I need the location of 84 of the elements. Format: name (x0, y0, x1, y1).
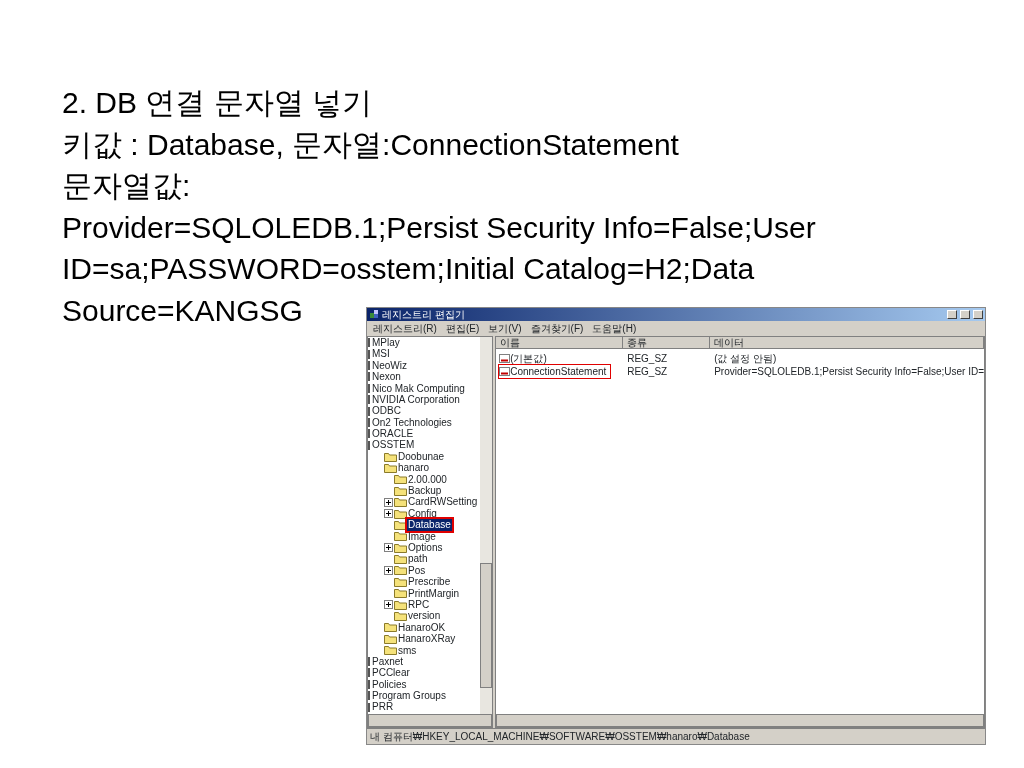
folder-icon (394, 485, 407, 496)
registry-icon (369, 309, 379, 320)
value-data: Provider=SQLOLEDB.1;Persist Security Info=False;User ID= (713, 364, 984, 378)
folder-icon (394, 497, 407, 508)
tree-item[interactable]: PCClear (371, 667, 411, 679)
menu-item[interactable]: 도움말(H) (592, 320, 637, 336)
tree-item[interactable]: RPC (407, 598, 431, 611)
maximize-button[interactable] (960, 309, 970, 319)
column-header[interactable]: 종류 (623, 336, 711, 349)
value-name[interactable]: (기본값) (499, 351, 551, 365)
tree-item[interactable]: MSI (371, 348, 391, 360)
slide-text-line: Provider=SQLOLEDB.1;Persist Security Info=False;User (62, 209, 817, 246)
value-type: REG_SZ (626, 364, 669, 378)
tree-item[interactable]: HanaroOK (397, 621, 447, 634)
tree-item[interactable]: 2.00.000 (407, 473, 448, 486)
folder-icon (384, 645, 397, 656)
menu-item[interactable]: 즐겨찾기(F) (530, 320, 584, 336)
folder-icon (394, 554, 407, 565)
tree-item[interactable]: Policies (371, 678, 408, 691)
folder-icon (394, 588, 407, 599)
folder-icon (394, 611, 407, 622)
value-data: (값 설정 안됨) (713, 351, 777, 365)
folder-icon (384, 462, 397, 473)
tree-item[interactable]: Config (407, 507, 438, 520)
column-header[interactable]: 데이터 (710, 336, 984, 349)
tree-item[interactable]: Backup (407, 485, 443, 497)
window-title: 레지스트리 편집기 (382, 307, 466, 322)
expand-icon[interactable] (384, 543, 393, 553)
slide-text-line: ID=sa;PASSWORD=osstem;Initial Catalog=H2;Data (62, 251, 756, 288)
slide-text-line: 2. DB 연결 문자열 넣기 (62, 85, 374, 121)
tree-item[interactable]: Nico Mak Computing (371, 382, 466, 394)
tree-item[interactable]: On2 Technologies (371, 416, 453, 429)
menu-item[interactable]: 보기(V) (488, 320, 522, 336)
tree-item[interactable]: Nexon (371, 371, 402, 383)
folder-icon (394, 531, 407, 542)
slide-text-line: 문자열값: (62, 168, 192, 205)
folder-icon (394, 565, 407, 576)
folder-icon (394, 474, 407, 485)
expand-icon[interactable] (384, 565, 393, 575)
string-value-icon (499, 366, 511, 376)
tree-item[interactable]: hanaro (397, 462, 431, 474)
folder-icon (394, 542, 407, 553)
tree-item[interactable]: NVIDIA Corporation (371, 393, 461, 406)
tree-item[interactable]: Image (407, 530, 437, 542)
folder-icon (394, 508, 407, 519)
tree-item[interactable]: HanaroXRay (397, 633, 457, 645)
tree-item[interactable]: MPlay (371, 336, 401, 349)
tree-item[interactable]: PRR (371, 701, 395, 713)
tree-item[interactable]: NeoWiz (371, 359, 408, 372)
close-button[interactable] (973, 309, 983, 319)
tree-item[interactable]: ORACLE (371, 428, 415, 440)
tree-item[interactable]: OSSTEM (371, 439, 416, 451)
string-value-icon (499, 353, 511, 363)
tree-item[interactable]: sms (397, 644, 418, 656)
tree-item[interactable]: PrintMargin (407, 587, 461, 599)
menu-item[interactable]: 레지스트리(R) (373, 320, 437, 336)
value-name-text: (기본값) (510, 351, 547, 365)
tree-item[interactable]: path (407, 553, 429, 565)
tree-item[interactable]: ODBC (371, 405, 402, 417)
tree-item[interactable]: Pos (407, 564, 427, 577)
expand-icon[interactable] (384, 600, 393, 610)
scroll-thumb[interactable] (480, 563, 493, 688)
tree-item[interactable]: version (407, 610, 442, 622)
expand-icon[interactable] (384, 509, 393, 518)
column-header[interactable]: 이름 (496, 336, 624, 349)
minimize-button[interactable] (947, 309, 957, 319)
status-bar: 내 컴퓨터₩HKEY_LOCAL_MACHINE₩SOFTWARE₩OSSTEM₩hanaro₩Database (367, 727, 985, 744)
slide-text-line: 키값 : Database, 문자열:ConnectionStatement (62, 126, 680, 163)
folder-icon (384, 451, 397, 462)
tree-item[interactable]: Database (407, 519, 452, 531)
menu-item[interactable]: 편집(E) (445, 320, 480, 336)
tree-item[interactable]: Program Groups (371, 690, 447, 702)
folder-icon (384, 622, 397, 633)
slide-text-line: Source=KANGSG (62, 292, 304, 329)
tree-item[interactable]: CardRWSetting (407, 496, 479, 508)
folder-icon (394, 576, 407, 587)
tree-item[interactable]: Prescribe (407, 576, 452, 588)
tree-item[interactable]: Paxnet (371, 655, 405, 668)
tree-item[interactable]: Options (407, 542, 444, 554)
folder-icon (394, 599, 407, 610)
expand-icon[interactable] (384, 497, 393, 507)
tree-item[interactable]: Doobunae (397, 450, 446, 463)
folder-icon (384, 633, 397, 644)
value-type: REG_SZ (626, 351, 669, 365)
